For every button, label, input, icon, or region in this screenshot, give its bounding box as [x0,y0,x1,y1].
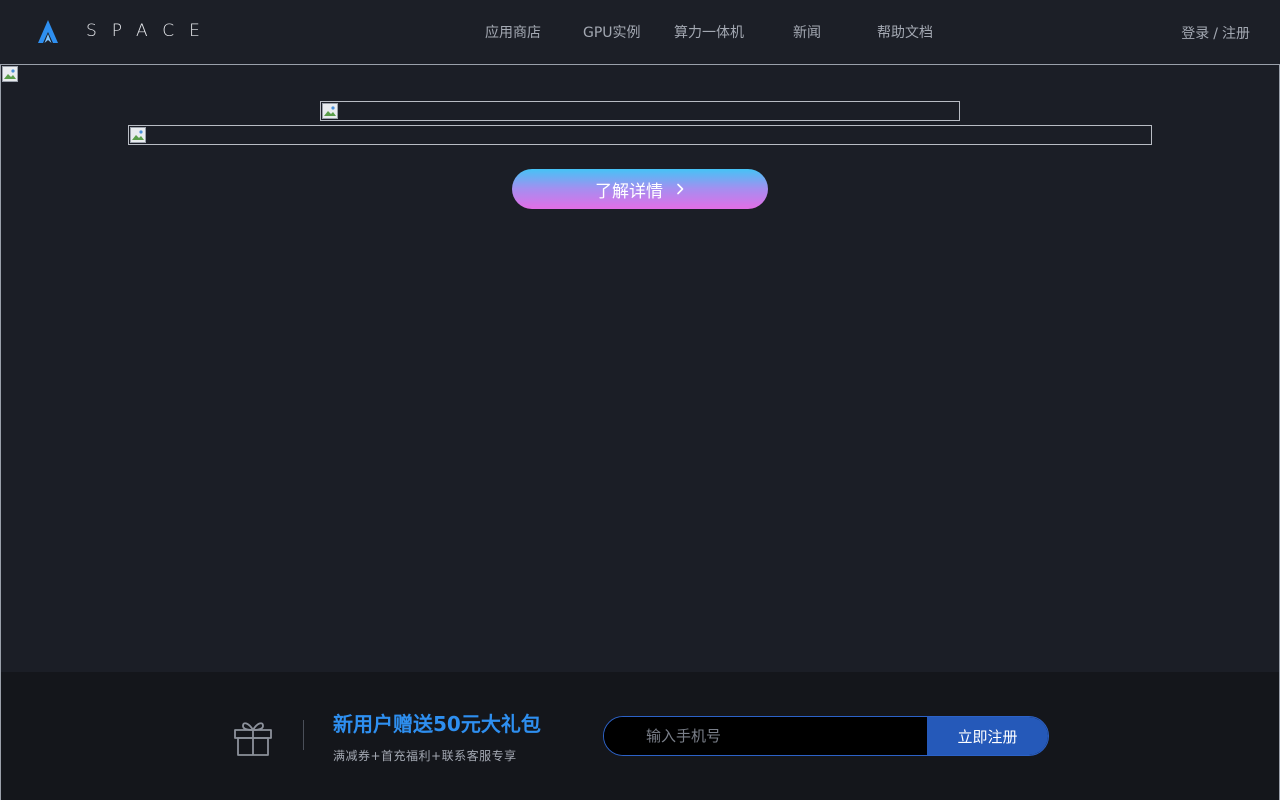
hero-background-image [1,65,19,83]
promo-title: 新用户赠送50元大礼包 [333,712,541,736]
broken-image-icon [322,103,338,119]
chevron-right-icon [677,183,684,195]
rocket-logo-icon[interactable] [36,19,60,45]
hero-title-image [320,101,960,121]
login-link[interactable]: 登录 [1181,26,1209,42]
broken-image-icon [130,127,146,143]
promo-subtitle: 满减券+首充福利+联系客服专享 [333,749,517,763]
register-link[interactable]: 注册 [1222,26,1250,42]
nav-item-gpu-instance[interactable]: GPU实例 [583,22,641,42]
register-now-button[interactable]: 立即注册 [927,717,1048,755]
nav-item-compute-appliance[interactable]: 算力一体机 [674,22,744,42]
brand-name[interactable]: SPACE [86,21,215,41]
phone-number-input[interactable] [604,717,927,755]
nav-item-help-docs[interactable]: 帮助文档 [877,22,933,42]
phone-signup-form: 立即注册 [603,716,1049,756]
hero-subtitle-image [128,125,1152,145]
nav-item-app-store[interactable]: 应用商店 [485,22,541,42]
learn-more-button[interactable]: 了解详情 [512,169,768,209]
nav-item-news[interactable]: 新闻 [793,22,821,42]
learn-more-label: 了解详情 [595,181,663,202]
broken-image-icon [2,66,18,82]
gift-icon [234,722,272,756]
promo-divider [303,720,304,750]
hero-banner: 了解详情 [0,64,1280,672]
new-user-promo-bar: 新用户赠送50元大礼包 满减券+首充福利+联系客服专享 立即注册 [0,672,1280,800]
auth-separator: / [1213,26,1218,42]
top-navbar: SPACE 应用商店 GPU实例 算力一体机 新闻 帮助文档 登录 / 注册 [0,0,1280,64]
auth-links: 登录 / 注册 [1181,23,1250,43]
